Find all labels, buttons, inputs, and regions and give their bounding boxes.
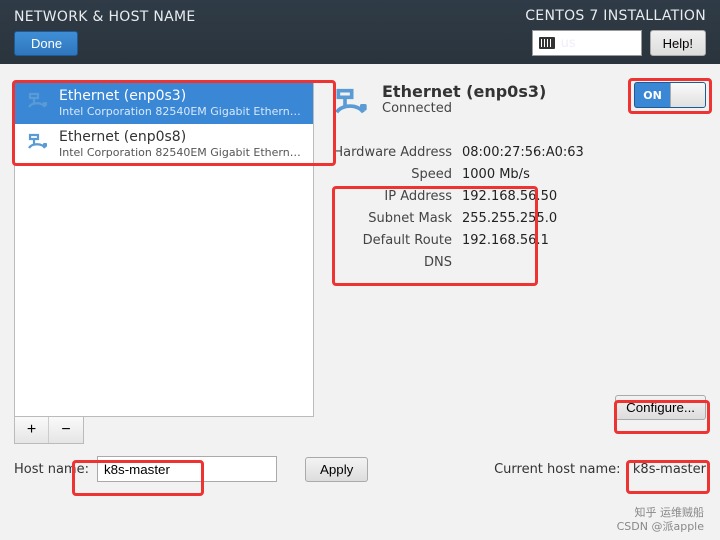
label-ip: IP Address bbox=[332, 186, 452, 208]
watermark: 知乎 运维贼船 CSDN @派apple bbox=[617, 506, 704, 534]
hostname-label: Host name: bbox=[14, 462, 89, 477]
page-title: NETWORK & HOST NAME bbox=[14, 9, 196, 25]
ethernet-icon bbox=[328, 82, 372, 126]
detail-properties: Hardware Address 08:00:27:56:A0:63 Speed 1… bbox=[332, 142, 706, 274]
value-route: 192.168.56.1 bbox=[462, 230, 549, 252]
toggle-on-label: ON bbox=[635, 89, 670, 102]
detail-status: Connected bbox=[382, 101, 546, 116]
value-ip: 192.168.56.50 bbox=[462, 186, 557, 208]
value-speed: 1000 Mb/s bbox=[462, 164, 530, 186]
ethernet-icon bbox=[23, 129, 51, 157]
label-speed: Speed bbox=[332, 164, 452, 186]
installer-title: CENTOS 7 INSTALLATION bbox=[525, 8, 706, 24]
remove-interface-button[interactable]: − bbox=[49, 417, 83, 443]
footer: Host name: Apply Current host name: k8s-… bbox=[0, 444, 720, 482]
done-button[interactable]: Done bbox=[14, 31, 78, 56]
keyboard-icon bbox=[539, 37, 555, 49]
keyboard-layout-label: us bbox=[561, 36, 576, 51]
interface-name: Ethernet (enp0s3) bbox=[59, 88, 305, 104]
detail-panel: Ethernet (enp0s3) Connected ON Hardware … bbox=[328, 82, 706, 444]
label-mask: Subnet Mask bbox=[332, 208, 452, 230]
apply-button[interactable]: Apply bbox=[305, 457, 368, 482]
interface-subtitle: Intel Corporation 82540EM Gigabit Ethern… bbox=[59, 105, 305, 118]
interface-list[interactable]: Ethernet (enp0s3) Intel Corporation 8254… bbox=[14, 82, 314, 417]
interface-name: Ethernet (enp0s8) bbox=[59, 129, 305, 145]
current-hostname-label: Current host name: bbox=[494, 462, 620, 477]
toggle-knob bbox=[670, 83, 705, 107]
value-hwaddr: 08:00:27:56:A0:63 bbox=[462, 142, 584, 164]
add-interface-button[interactable]: + bbox=[15, 417, 49, 443]
interface-list-buttons: + − bbox=[14, 417, 84, 444]
header-right: CENTOS 7 INSTALLATION us Help! bbox=[525, 8, 706, 56]
detail-title: Ethernet (enp0s3) bbox=[382, 82, 546, 101]
header-bar: NETWORK & HOST NAME Done CENTOS 7 INSTAL… bbox=[0, 0, 720, 64]
interface-subtitle: Intel Corporation 82540EM Gigabit Ethern… bbox=[59, 146, 305, 159]
ethernet-icon bbox=[23, 88, 51, 116]
label-dns: DNS bbox=[332, 252, 452, 274]
label-hwaddr: Hardware Address bbox=[332, 142, 452, 164]
interface-item-enp0s3[interactable]: Ethernet (enp0s3) Intel Corporation 8254… bbox=[15, 83, 313, 124]
keyboard-layout-selector[interactable]: us bbox=[532, 30, 642, 56]
interface-panel: Ethernet (enp0s3) Intel Corporation 8254… bbox=[14, 82, 314, 444]
connection-toggle[interactable]: ON bbox=[634, 82, 706, 108]
interface-item-enp0s8[interactable]: Ethernet (enp0s8) Intel Corporation 8254… bbox=[15, 124, 313, 165]
help-button[interactable]: Help! bbox=[650, 30, 706, 56]
hostname-input[interactable] bbox=[97, 456, 277, 482]
header-left: NETWORK & HOST NAME Done bbox=[14, 9, 196, 56]
label-route: Default Route bbox=[332, 230, 452, 252]
current-hostname-value: k8s-master bbox=[633, 462, 706, 477]
value-mask: 255.255.255.0 bbox=[462, 208, 557, 230]
configure-button[interactable]: Configure... bbox=[615, 395, 706, 420]
